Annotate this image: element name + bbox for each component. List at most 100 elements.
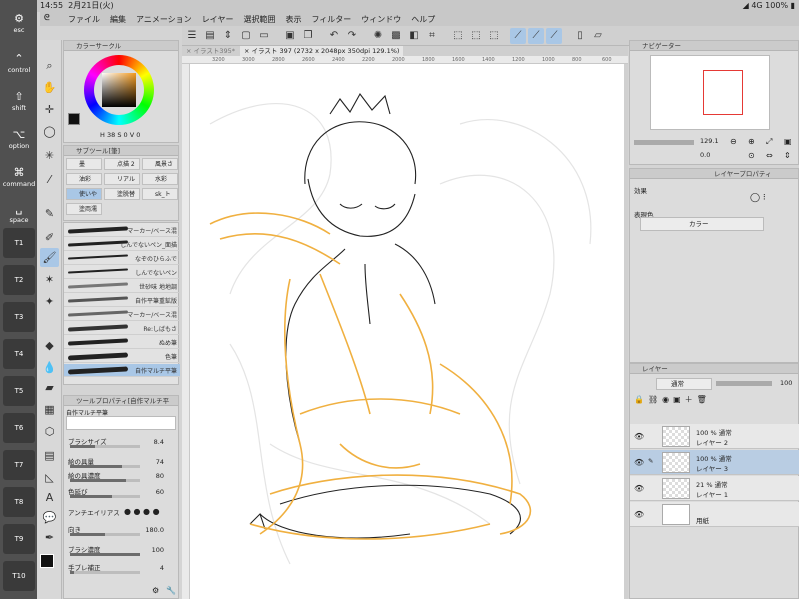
fit-icon[interactable]: ⤢ <box>766 137 772 147</box>
eye-icon[interactable]: 👁 <box>634 510 644 519</box>
subtool-item[interactable]: 水彩 <box>142 173 178 185</box>
text-icon[interactable]: A <box>40 488 59 507</box>
paint-density-row[interactable]: 絵の具濃度 80 <box>68 470 176 484</box>
control-key[interactable]: ⌃ control <box>3 46 35 77</box>
clip-icon[interactable]: ⛓ <box>648 395 662 404</box>
hand-icon[interactable]: ✋ <box>40 78 59 97</box>
pencil-icon[interactable]: ✐ <box>40 228 59 247</box>
snap-grid-icon[interactable]: ⟋ <box>546 28 562 44</box>
space-key[interactable]: ␣ space <box>3 196 35 227</box>
frame-icon[interactable]: ▤ <box>40 446 59 465</box>
phone-icon[interactable]: ▯ <box>572 28 588 44</box>
subtool-item-selected[interactable]: 使いや <box>66 188 102 200</box>
main-color-swatch[interactable] <box>40 554 54 568</box>
brush-size-row[interactable]: ブラシサイズ 8.4 <box>68 436 176 450</box>
eyedropper-icon[interactable]: ⁄ <box>40 170 59 189</box>
menu-selection[interactable]: 選択範囲 <box>243 14 275 25</box>
wrench-icon[interactable]: 🔧 <box>166 586 176 595</box>
subtool-item[interactable]: 点描 2 <box>104 158 140 170</box>
fill-icon[interactable]: ◧ <box>406 28 422 44</box>
blend-mode-select[interactable]: 通常 <box>656 378 712 390</box>
eye-icon[interactable]: 👁 <box>634 458 644 467</box>
deselect-icon[interactable]: ⬚ <box>468 28 484 44</box>
save-icon[interactable]: ▣ <box>282 28 298 44</box>
loading-icon[interactable]: ✺ <box>370 28 386 44</box>
layer-row[interactable]: 👁 21 % 通常 レイヤー 1 <box>630 476 799 501</box>
t8-key[interactable]: T8 <box>3 487 35 517</box>
menu-file[interactable]: ファイル <box>68 14 100 25</box>
brush-item[interactable]: マーカー/ベース混 <box>64 308 180 321</box>
paint-amount-row[interactable]: 絵の具量 74 <box>68 456 176 470</box>
layer-row-selected[interactable]: 👁 ✎ 100 % 通常 レイヤー 3 <box>630 450 799 475</box>
gradient-icon[interactable]: ▦ <box>40 400 59 419</box>
correct-line-icon[interactable]: ✒ <box>40 528 59 547</box>
mask-icon[interactable]: ▣ <box>673 395 685 404</box>
antialias-dots-icon[interactable]: ● ● ● ● <box>124 507 160 516</box>
new-layer-icon[interactable]: ＋ <box>685 395 697 404</box>
tablet-icon[interactable]: ▱ <box>590 28 606 44</box>
stabilization-row[interactable]: 手ブレ補正 4 <box>68 562 176 576</box>
figure-icon[interactable]: ⬡ <box>40 422 59 441</box>
opacity-slider[interactable] <box>716 381 772 386</box>
canvas-tab-active[interactable]: × イラスト 397 (2732 x 2048px 350dpi 129.1%) <box>240 46 404 56</box>
express-color-select[interactable]: カラー <box>640 217 764 231</box>
esc-key[interactable]: ⚙ esc <box>3 6 35 37</box>
arrows-icon[interactable]: ⇕ <box>220 28 236 44</box>
drawing-canvas[interactable] <box>190 64 624 599</box>
lasso-icon[interactable]: ◯ <box>40 122 59 141</box>
menu-window[interactable]: ウィンドウ <box>361 14 401 25</box>
brush-icon[interactable]: 🖌 <box>40 248 59 267</box>
flip-v-icon[interactable]: ⇕ <box>784 151 791 160</box>
t10-key[interactable]: T10 <box>3 561 35 591</box>
brush-item[interactable]: 自作平筆重鉱版 <box>64 294 180 307</box>
menu-help[interactable]: ヘルプ <box>411 14 435 25</box>
option-key[interactable]: ⌥ option <box>3 122 35 153</box>
clear-icon[interactable]: ▩ <box>388 28 404 44</box>
layer-row[interactable]: 👁 用紙 <box>630 502 799 527</box>
brush-item-selected[interactable]: 自作マルチ平筆 <box>64 364 180 377</box>
menu-filter[interactable]: フィルター <box>311 14 351 25</box>
subtool-item[interactable]: リアル <box>104 173 140 185</box>
lock-icon[interactable]: 🔒 <box>634 395 648 404</box>
subtool-item[interactable]: 塗両濡 <box>66 203 102 215</box>
zoom-in-icon[interactable]: ⊕ <box>748 137 755 146</box>
zoom-slider[interactable] <box>634 140 694 145</box>
brush-density-row[interactable]: ブラシ濃度 100 <box>68 544 176 558</box>
brush-item[interactable]: しんでないペン_面描 <box>64 238 180 251</box>
menu-layer[interactable]: レイヤー <box>202 14 234 25</box>
subtool-item[interactable]: 塗脱替 <box>104 188 140 200</box>
brush-item[interactable]: しんでないペン <box>64 266 180 279</box>
hamburger-icon[interactable]: ☰ <box>184 28 200 44</box>
menu-edit[interactable]: 編集 <box>110 14 126 25</box>
move-icon[interactable]: ✛ <box>40 100 59 119</box>
new-canvas-icon[interactable]: ▢ <box>238 28 254 44</box>
canvas-vertical-scrollbar[interactable] <box>624 64 628 599</box>
t9-key[interactable]: T9 <box>3 524 35 554</box>
canvas-tab-inactive[interactable]: × イラスト395* <box>186 46 235 56</box>
eraser-icon[interactable]: ◆ <box>40 336 59 355</box>
snap-ruler-icon[interactable]: ⟋ <box>510 28 526 44</box>
eye-icon[interactable]: 👁 <box>634 484 644 493</box>
saturation-value-square[interactable] <box>102 73 136 107</box>
airbrush-icon[interactable]: ✶ <box>40 270 59 289</box>
blend-icon[interactable]: 💧 <box>40 358 59 377</box>
folder-icon[interactable]: ▭ <box>256 28 272 44</box>
brush-item[interactable]: 世砂味 地地調 <box>64 280 180 293</box>
redo-icon[interactable]: ↷ <box>344 28 360 44</box>
invert-icon[interactable]: ⬚ <box>486 28 502 44</box>
subtool-item[interactable]: 油彩 <box>66 173 102 185</box>
menu-view[interactable]: 表示 <box>285 14 301 25</box>
effect-toggle-icon[interactable]: ◯ ⁝ <box>750 193 766 203</box>
layer-icon[interactable]: ▤ <box>202 28 218 44</box>
ruler-icon[interactable]: ◺ <box>40 468 59 487</box>
shift-key[interactable]: ⇧ shift <box>3 84 35 115</box>
t4-key[interactable]: T4 <box>3 339 35 369</box>
subtool-item[interactable]: 墨 <box>66 158 102 170</box>
brush-item[interactable]: 色筆 <box>64 350 180 363</box>
pen-icon[interactable]: ✎ <box>40 204 59 223</box>
app-logo-icon[interactable]: ᘓ <box>44 13 58 25</box>
zoom-icon[interactable]: ⌕ <box>40 56 59 75</box>
brush-item[interactable]: ぬめ筆 <box>64 336 180 349</box>
select-icon[interactable]: ⬚ <box>450 28 466 44</box>
settings-icon[interactable]: ⚙ <box>152 586 159 595</box>
